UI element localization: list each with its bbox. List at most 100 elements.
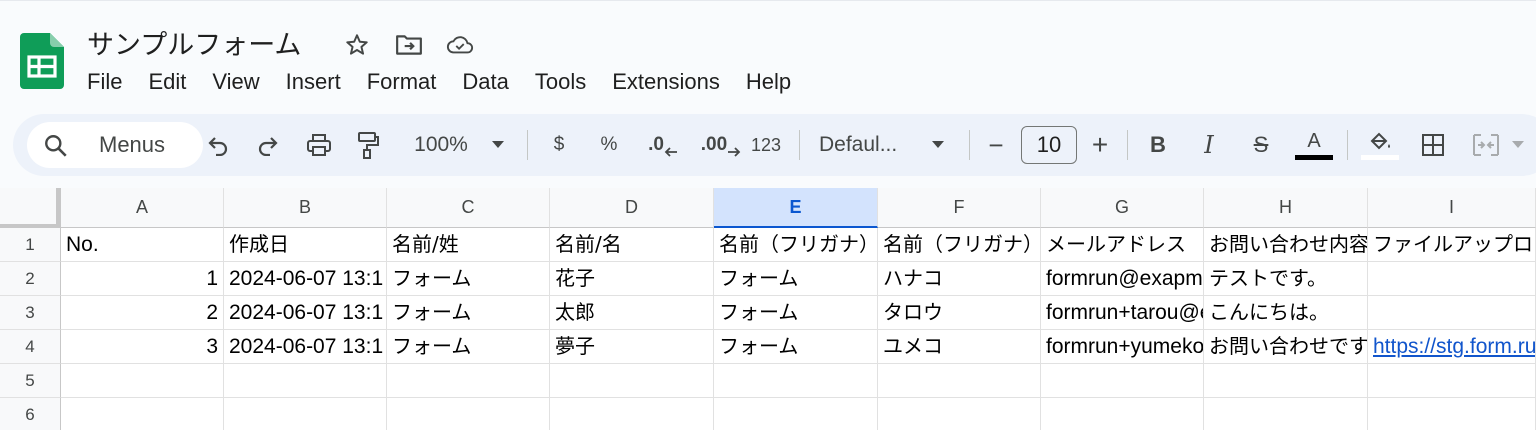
strikethrough-button[interactable]: S: [1247, 128, 1275, 162]
cell-i3[interactable]: [1368, 296, 1536, 330]
cell-i4[interactable]: https://stg.form.run: [1368, 330, 1536, 364]
cell-a4[interactable]: 3: [61, 330, 224, 364]
cell-g3[interactable]: formrun+tarou@example.com: [1041, 296, 1204, 330]
menu-view[interactable]: View: [212, 69, 259, 95]
cell-b5[interactable]: [224, 364, 387, 398]
cell-e5[interactable]: [714, 364, 878, 398]
cell-g4[interactable]: formrun+yumeko@example.com: [1041, 330, 1204, 364]
move-folder-icon[interactable]: [395, 31, 423, 59]
row-header-1[interactable]: 1: [0, 228, 61, 262]
document-title[interactable]: サンプルフォーム: [87, 23, 301, 62]
zoom-dropdown-arrow-icon[interactable]: [487, 128, 509, 162]
cell-i1[interactable]: ファイルアップロード: [1368, 228, 1536, 262]
increase-decimal-button[interactable]: .00: [699, 128, 743, 162]
cell-d4[interactable]: 夢子: [550, 330, 714, 364]
font-size-input[interactable]: 10: [1021, 126, 1077, 164]
menu-tools[interactable]: Tools: [535, 69, 586, 95]
cell-e6[interactable]: [714, 398, 878, 430]
more-formats-button[interactable]: 123: [747, 128, 785, 162]
bold-button[interactable]: B: [1146, 128, 1170, 162]
menu-search-box[interactable]: Menus: [27, 122, 203, 168]
cell-f1[interactable]: 名前（フリガナ）: [878, 228, 1041, 262]
cell-c5[interactable]: [387, 364, 550, 398]
cell-b4[interactable]: 2024-06-07 13:1: [224, 330, 387, 364]
column-header-f[interactable]: F: [878, 188, 1041, 228]
column-header-b[interactable]: B: [224, 188, 387, 228]
decrease-decimal-button[interactable]: .0: [646, 128, 680, 162]
column-header-h[interactable]: H: [1204, 188, 1368, 228]
cell-g1[interactable]: メールアドレス: [1041, 228, 1204, 262]
cell-b1[interactable]: 作成日: [224, 228, 387, 262]
zoom-select[interactable]: 100%: [407, 128, 475, 162]
column-header-c[interactable]: C: [387, 188, 550, 228]
cell-d6[interactable]: [550, 398, 714, 430]
cell-i5[interactable]: [1368, 364, 1536, 398]
row-header-2[interactable]: 2: [0, 262, 61, 296]
cell-f6[interactable]: [878, 398, 1041, 430]
print-icon[interactable]: [303, 128, 335, 162]
merge-cells-icon[interactable]: [1471, 128, 1501, 162]
cell-f5[interactable]: [878, 364, 1041, 398]
cell-g5[interactable]: [1041, 364, 1204, 398]
cell-h5[interactable]: [1204, 364, 1368, 398]
column-header-d[interactable]: D: [550, 188, 714, 228]
cell-a6[interactable]: [61, 398, 224, 430]
cell-h4[interactable]: お問い合わせです: [1204, 330, 1368, 364]
cell-c3[interactable]: フォーム: [387, 296, 550, 330]
row-header-6[interactable]: 6: [0, 398, 61, 430]
cell-a1[interactable]: No.: [61, 228, 224, 262]
fill-color-button[interactable]: [1361, 128, 1399, 162]
cell-d1[interactable]: 名前/名: [550, 228, 714, 262]
menu-data[interactable]: Data: [462, 69, 508, 95]
cell-i6[interactable]: [1368, 398, 1536, 430]
menu-extensions[interactable]: Extensions: [612, 69, 720, 95]
cell-c6[interactable]: [387, 398, 550, 430]
menu-format[interactable]: Format: [367, 69, 437, 95]
merge-dropdown-arrow-icon[interactable]: [1509, 128, 1527, 162]
cell-c4[interactable]: フォーム: [387, 330, 550, 364]
cell-e3[interactable]: フォーム: [714, 296, 878, 330]
currency-format-button[interactable]: $: [547, 128, 571, 162]
cell-b2[interactable]: 2024-06-07 13:1: [224, 262, 387, 296]
menu-edit[interactable]: Edit: [148, 69, 186, 95]
cell-d5[interactable]: [550, 364, 714, 398]
cell-b6[interactable]: [224, 398, 387, 430]
cell-a5[interactable]: [61, 364, 224, 398]
cell-h3[interactable]: こんにちは。: [1204, 296, 1368, 330]
cell-a2[interactable]: 1: [61, 262, 224, 296]
decrease-font-size-button[interactable]: −: [983, 128, 1009, 162]
cell-h2[interactable]: テストです。: [1204, 262, 1368, 296]
menu-help[interactable]: Help: [746, 69, 791, 95]
menu-insert[interactable]: Insert: [286, 69, 341, 95]
font-family-select[interactable]: Defaul...: [819, 128, 913, 162]
undo-icon[interactable]: [203, 128, 233, 162]
row-header-5[interactable]: 5: [0, 364, 61, 398]
row-header-4[interactable]: 4: [0, 330, 61, 364]
sheets-logo-icon[interactable]: [20, 33, 64, 89]
column-header-e[interactable]: E: [714, 188, 878, 228]
cell-e4[interactable]: フォーム: [714, 330, 878, 364]
cell-f4[interactable]: ユメコ: [878, 330, 1041, 364]
cell-e2[interactable]: フォーム: [714, 262, 878, 296]
cell-d3[interactable]: 太郎: [550, 296, 714, 330]
text-color-button[interactable]: A: [1295, 128, 1333, 162]
cell-a3[interactable]: 2: [61, 296, 224, 330]
cell-h1[interactable]: お問い合わせ内容: [1204, 228, 1368, 262]
menu-file[interactable]: File: [87, 69, 122, 95]
column-header-g[interactable]: G: [1041, 188, 1204, 228]
cell-i2[interactable]: [1368, 262, 1536, 296]
cell-d2[interactable]: 花子: [550, 262, 714, 296]
cell-b3[interactable]: 2024-06-07 13:1: [224, 296, 387, 330]
cell-e1[interactable]: 名前（フリガナ）: [714, 228, 878, 262]
cell-h6[interactable]: [1204, 398, 1368, 430]
cloud-saved-icon[interactable]: [446, 31, 474, 59]
redo-icon[interactable]: [253, 128, 283, 162]
increase-font-size-button[interactable]: +: [1087, 128, 1113, 162]
font-dropdown-arrow-icon[interactable]: [927, 128, 949, 162]
cell-g2[interactable]: formrun@exapmple.com: [1041, 262, 1204, 296]
column-header-i[interactable]: I: [1368, 188, 1536, 228]
cell-c2[interactable]: フォーム: [387, 262, 550, 296]
column-header-a[interactable]: A: [61, 188, 224, 228]
row-header-3[interactable]: 3: [0, 296, 61, 330]
cell-c1[interactable]: 名前/姓: [387, 228, 550, 262]
